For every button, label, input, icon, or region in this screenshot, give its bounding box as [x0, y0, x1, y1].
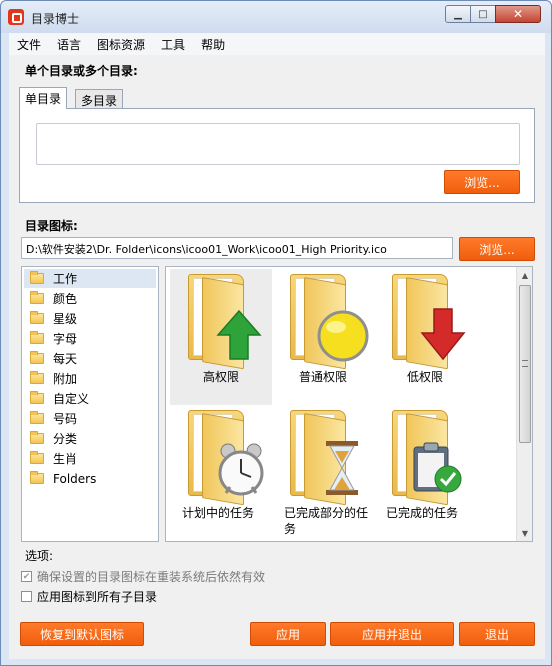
folder-icon — [30, 271, 44, 284]
scrollbar-thumb[interactable] — [519, 285, 531, 443]
icon-item-low-priority[interactable]: 低权限 — [374, 269, 476, 405]
apply-subfolders-option[interactable]: 应用图标到所有子目录 — [21, 588, 157, 605]
menu-tools[interactable]: 工具 — [153, 36, 193, 53]
icon-grid: 高权限 普通权限 低权限 计划中的任务 已完成部分的任务 已完成的任务 ▲ ▼ — [165, 266, 533, 542]
app-window: 目录博士 ▁ □ ✕ 文件 语言 图标资源 工具 帮助 单个目录或多个目录: 单… — [0, 0, 552, 666]
folder-icon-section-label: 目录图标: — [25, 219, 78, 233]
tree-item-daily[interactable]: 每天 — [24, 349, 156, 368]
keep-after-reinstall-option[interactable]: ✔ 确保设置的目录图标在重装系统后依然有效 — [21, 568, 265, 585]
tree-item-extras[interactable]: 附加 — [24, 369, 156, 388]
grip-icon — [522, 360, 528, 367]
icon-item-label: 已完成的任务 — [386, 506, 459, 520]
icon-item-planned-tasks[interactable]: 计划中的任务 — [170, 405, 272, 541]
scroll-up-icon[interactable]: ▲ — [517, 267, 532, 283]
icon-category-tree: 工作 颜色 星级 字母 每天 附加 自定义 号码 分类 生肖 Folders — [21, 266, 159, 542]
icon-item-label: 低权限 — [406, 370, 443, 384]
clipboard-check-icon — [413, 442, 462, 493]
checkbox-icon[interactable] — [21, 591, 32, 602]
folder-icon — [30, 331, 44, 344]
options-label: 选项: — [25, 549, 54, 563]
icon-path-field[interactable]: D:\软件安装2\Dr. Folder\icons\icoo01_Work\ic… — [21, 237, 453, 259]
icon-item-normal-priority[interactable]: 普通权限 — [272, 269, 374, 405]
menu-language[interactable]: 语言 — [49, 36, 89, 53]
folder-icon — [30, 311, 44, 324]
hourglass-icon — [326, 441, 358, 495]
single-directory-panel: 浏览... — [19, 108, 535, 203]
folder-icon — [30, 471, 44, 484]
keep-after-reinstall-label: 确保设置的目录图标在重装系统后依然有效 — [37, 570, 266, 584]
tab-multi-directory[interactable]: 多目录 — [75, 89, 124, 109]
menu-bar: 文件 语言 图标资源 工具 帮助 — [9, 33, 545, 55]
icon-item-label: 计划中的任务 — [182, 506, 255, 520]
green-up-arrow-icon — [216, 309, 262, 360]
apply-button[interactable]: 应用 — [250, 622, 326, 646]
icon-item-label: 普通权限 — [298, 370, 347, 384]
maximize-button[interactable]: □ — [470, 5, 496, 23]
app-logo-icon — [8, 9, 24, 25]
window-title: 目录博士 — [31, 12, 80, 26]
directory-section-label: 单个目录或多个目录: — [25, 64, 138, 78]
apply-and-exit-button[interactable]: 应用并退出 — [330, 622, 454, 646]
red-down-arrow-icon — [420, 308, 466, 361]
tree-item-categories[interactable]: 分类 — [24, 429, 156, 448]
yellow-circle-icon — [317, 310, 369, 362]
tree-item-zodiac[interactable]: 生肖 — [24, 449, 156, 468]
minimize-button[interactable]: ▁ — [445, 5, 471, 23]
tree-item-work[interactable]: 工作 — [24, 269, 156, 288]
browse-icon-button[interactable]: 浏览... — [459, 237, 535, 261]
folder-icon — [30, 391, 44, 404]
icon-item-completed-tasks[interactable]: 已完成的任务 — [374, 405, 476, 541]
icon-item-high-priority[interactable]: 高权限 — [170, 269, 272, 405]
exit-button[interactable]: 退出 — [459, 622, 535, 646]
tree-item-stars[interactable]: 星级 — [24, 309, 156, 328]
menu-icon-resources[interactable]: 图标资源 — [89, 36, 153, 53]
icon-item-label: 高权限 — [202, 370, 239, 384]
tree-item-colors[interactable]: 颜色 — [24, 289, 156, 308]
tree-item-numbers[interactable]: 号码 — [24, 409, 156, 428]
alarm-clock-icon — [218, 443, 264, 496]
checkbox-checked-icon[interactable]: ✔ — [21, 571, 32, 582]
folder-icon — [30, 451, 44, 464]
scroll-down-icon[interactable]: ▼ — [517, 525, 532, 541]
browse-directory-button[interactable]: 浏览... — [444, 170, 520, 194]
icon-item-label: 已完成部分的任务 — [284, 506, 369, 536]
folder-icon — [30, 431, 44, 444]
apply-subfolders-label: 应用图标到所有子目录 — [37, 590, 158, 604]
folder-icon — [30, 411, 44, 424]
folder-icon — [30, 371, 44, 384]
tree-item-custom[interactable]: 自定义 — [24, 389, 156, 408]
close-button[interactable]: ✕ — [495, 5, 541, 23]
icon-item-partially-completed-tasks[interactable]: 已完成部分的任务 — [272, 405, 374, 541]
menu-file[interactable]: 文件 — [9, 36, 49, 53]
title-bar[interactable]: 目录博士 ▁ □ ✕ — [1, 1, 551, 33]
folder-icon — [30, 291, 44, 304]
folder-icon — [30, 351, 44, 364]
directory-input[interactable] — [36, 123, 520, 165]
tab-single-directory[interactable]: 单目录 — [19, 87, 68, 109]
tree-item-folders[interactable]: Folders — [24, 469, 156, 488]
icon-grid-scrollbar[interactable]: ▲ ▼ — [516, 267, 532, 541]
restore-default-icon-button[interactable]: 恢复到默认图标 — [20, 622, 144, 646]
menu-help[interactable]: 帮助 — [193, 36, 233, 53]
client-area: 单个目录或多个目录: 单目录 多目录 浏览... 目录图标: D:\软件安装2\… — [9, 55, 545, 659]
tree-item-letters[interactable]: 字母 — [24, 329, 156, 348]
